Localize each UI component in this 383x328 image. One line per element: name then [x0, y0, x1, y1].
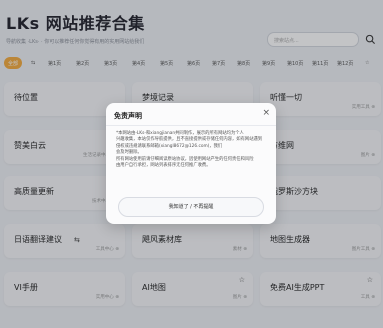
close-icon[interactable]: ×	[262, 108, 270, 118]
modal-text-line: 由用户自行承担，网站列表排序无任何推广收费。	[116, 163, 211, 169]
acknowledge-button[interactable]: 我知道了 / 不再提醒	[118, 197, 264, 217]
modal-title: 免责声明	[114, 112, 142, 120]
modal-body: *本网站由-LKs-和xiangjianan共同制作，展示的所有网站均为个人 兴…	[116, 131, 268, 169]
disclaimer-modal: 免责声明 × *本网站由-LKs-和xiangjianan共同制作，展示的所有网…	[106, 103, 276, 224]
divider	[106, 125, 276, 126]
modal-text-line: 兴趣收集，本站仅作导航提供，且不直接提供或存储任何内容，如有网站遇到	[116, 137, 263, 143]
